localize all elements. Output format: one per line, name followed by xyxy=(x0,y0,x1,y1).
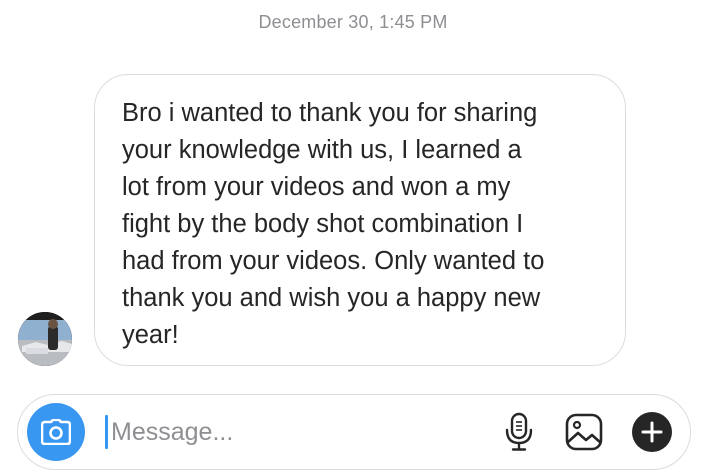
received-message-bubble[interactable]: Bro i wanted to thank you for sharing yo… xyxy=(94,74,626,366)
message-text: Bro i wanted to thank you for sharing yo… xyxy=(122,99,545,349)
message-composer xyxy=(17,394,691,470)
gallery-icon xyxy=(565,413,603,451)
camera-button[interactable] xyxy=(27,403,85,461)
plus-icon xyxy=(632,412,672,452)
dm-thread-screen: December 30, 1:45 PM Bro i wanted to tha… xyxy=(0,0,706,475)
avatar-photo-icon xyxy=(18,312,72,366)
microphone-icon xyxy=(505,412,533,451)
voice-message-button[interactable] xyxy=(496,409,542,455)
gallery-button[interactable] xyxy=(561,409,607,455)
camera-icon xyxy=(41,419,71,445)
sender-avatar[interactable] xyxy=(18,312,72,366)
text-caret xyxy=(105,415,108,449)
message-input[interactable] xyxy=(111,409,471,455)
message-timestamp: December 30, 1:45 PM xyxy=(258,12,448,32)
more-options-button[interactable] xyxy=(629,409,675,455)
